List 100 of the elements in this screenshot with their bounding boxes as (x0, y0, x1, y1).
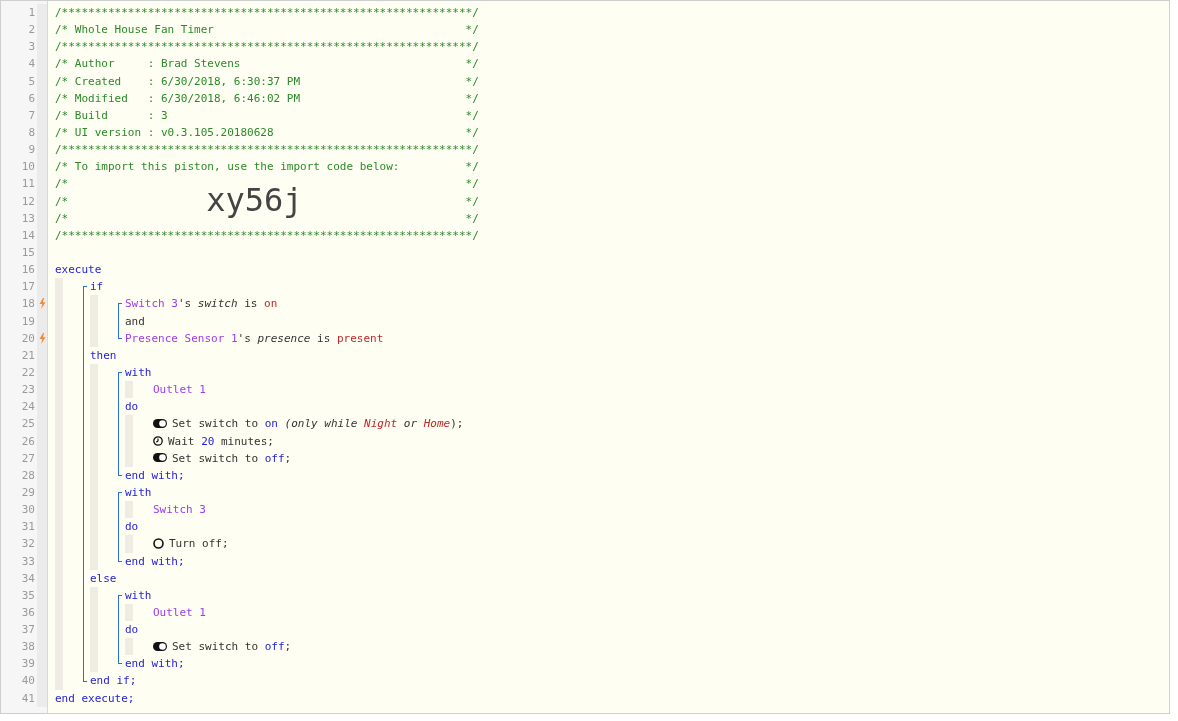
device-name: Switch 3 (125, 297, 178, 311)
condition-note: (only while (284, 417, 358, 431)
code-text: Set switch to (172, 451, 259, 465)
line-number: 3 (27, 39, 36, 56)
toggle-icon (153, 418, 167, 428)
line-number: 34 (20, 570, 36, 587)
comment-text: */ (465, 210, 479, 227)
operand-text: 20 (201, 434, 215, 448)
code-keyword: else (90, 571, 117, 585)
code-keyword: end if; (90, 674, 137, 688)
line-number: 2 (27, 22, 36, 39)
code-keyword: end with; (125, 468, 185, 482)
device-name: Outlet 1 (153, 383, 206, 397)
bracket-line (118, 594, 122, 665)
line-number: 37 (20, 622, 36, 639)
code-keyword: do (125, 520, 139, 534)
code-text: Turn off; (169, 537, 229, 551)
device-name: Presence Sensor 1 (125, 331, 238, 345)
code-keyword: execute (55, 263, 102, 277)
line-number: 31 (20, 519, 36, 536)
comment-text: */ (465, 159, 479, 176)
line-number: 26 (20, 433, 36, 450)
line-number: 14 (20, 227, 36, 244)
comment-text: */ (465, 73, 479, 90)
line-number: 9 (27, 142, 36, 159)
comment-text: */ (465, 90, 479, 107)
line-number: 11 (20, 176, 36, 193)
comment-text: /**************************************************************/ (55, 227, 479, 244)
import-code: xy56j (206, 184, 303, 218)
code-text: Wait (168, 434, 195, 448)
value-text: present (336, 331, 384, 345)
line-number: 40 (20, 673, 36, 690)
comment-text: /* To import this piston, use the import code below: (55, 159, 400, 176)
line-number: 12 (20, 193, 36, 210)
code-text: minutes; (221, 434, 274, 448)
code-text: 's (178, 297, 192, 311)
operand-text: off (264, 451, 285, 465)
line-number: 7 (27, 107, 36, 124)
bracket-line (118, 303, 122, 339)
code-keyword: do (125, 400, 139, 414)
line-number: 25 (20, 416, 36, 433)
line-number: 20 (20, 330, 36, 347)
line-number: 6 (27, 90, 36, 107)
line-number: 32 (20, 536, 36, 553)
comment-text: /* (55, 193, 69, 210)
line-number: 24 (20, 399, 36, 416)
code-keyword: end with; (125, 554, 185, 568)
toggle-icon (153, 453, 167, 463)
line-number: 10 (20, 159, 36, 176)
line-number: 1 (27, 5, 36, 21)
comment-text: /**************************************************************/ (55, 142, 479, 159)
device-name: Switch 3 (153, 503, 206, 517)
comment-text: /* Whole House Fan Timer (55, 22, 214, 39)
operand-text: on (264, 417, 278, 431)
clock-icon (153, 435, 163, 446)
code-text: ; (284, 451, 292, 465)
code-keyword: with (125, 365, 152, 379)
line-number: 29 (20, 484, 36, 501)
comment-text: */ (465, 193, 479, 210)
comment-text: /* Build : 3 (55, 107, 168, 124)
comment-text: */ (465, 107, 479, 124)
condition-note: or (403, 417, 418, 431)
code-text: is (244, 297, 258, 311)
line-number: 18 (20, 296, 36, 313)
code-text: ); (450, 417, 464, 431)
attribute-name: presence (257, 331, 311, 345)
code-keyword: then (90, 348, 117, 362)
line-number: 15 (20, 244, 36, 261)
code-keyword: with (125, 588, 152, 602)
code-text: Set switch to (172, 640, 259, 654)
code-keyword: end with; (125, 657, 185, 671)
line-number: 21 (20, 347, 36, 364)
bracket-line (118, 491, 122, 562)
toggle-icon (153, 641, 167, 651)
code-text: is (317, 331, 331, 345)
comment-text: /* Created : 6/30/2018, 6:30:37 PM (55, 73, 301, 90)
device-name: Outlet 1 (153, 605, 206, 619)
line-number: 23 (20, 382, 36, 399)
condition-value: Home (423, 417, 451, 431)
comment-text: */ (465, 22, 479, 39)
code-keyword: end execute; (55, 691, 135, 705)
code-text: Set switch to (172, 417, 259, 431)
comment-text: /* Modified : 6/30/2018, 6:46:02 PM (55, 90, 301, 107)
comment-text: */ (465, 56, 479, 73)
line-number: 28 (20, 467, 36, 484)
comment-text: /* UI version : v0.3.105.20180628 (55, 125, 274, 141)
operand-text: off (264, 640, 285, 654)
code-keyword: if (90, 280, 104, 294)
comment-text: /* (55, 176, 69, 193)
code-keyword: with (125, 485, 152, 499)
comment-text: /**************************************************************/ (55, 5, 479, 21)
line-number: 27 (20, 450, 36, 467)
code-text: 's (237, 331, 251, 345)
line-number: 8 (27, 125, 36, 141)
line-number: 30 (20, 502, 36, 519)
line-number: 35 (20, 587, 36, 604)
line-number: 41 (20, 690, 36, 707)
comment-text: /* Author : Brad Stevens (55, 56, 241, 73)
code-text: and (125, 314, 145, 328)
line-number: 19 (20, 313, 36, 330)
